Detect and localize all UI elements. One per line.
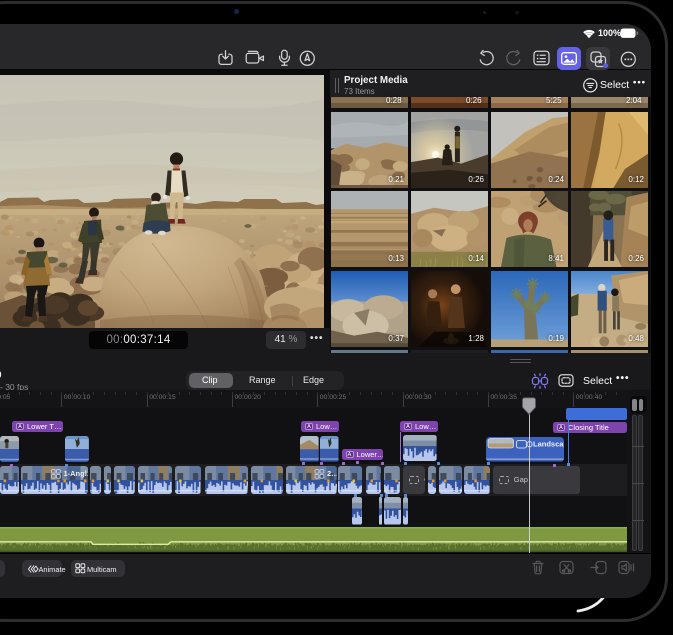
svg-text:1-Angl…: 1-Angl… [64,469,88,478]
svg-text:Landscap…: Landscap… [533,440,564,449]
svg-text:2…: 2… [327,469,336,478]
